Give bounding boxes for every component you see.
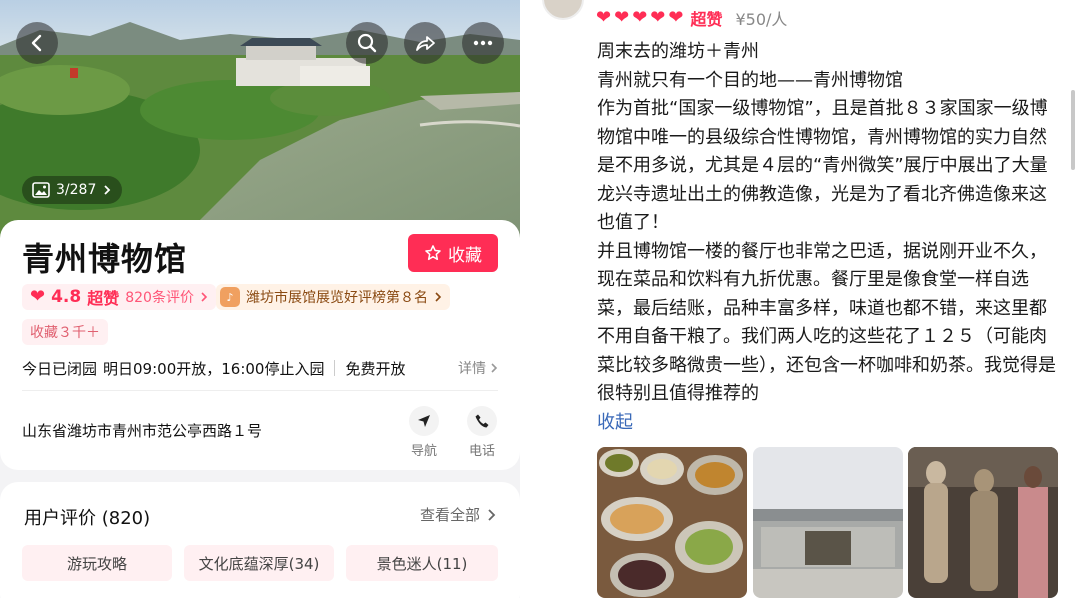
review-body: 周末去的潍坊＋青州 青州就只有一个目的地——青州博物馆 作为首批“国家一级博物馆…: [597, 38, 1057, 437]
navigate-label: 导航: [410, 444, 437, 459]
opening-hours: 明日09:00开放，16:00停止入园: [103, 359, 325, 378]
review-tag[interactable]: 景色迷人(11): [346, 545, 498, 581]
review-tag[interactable]: 游玩攻略: [22, 545, 172, 581]
chevron-right-icon: [491, 363, 498, 373]
view-all-reviews-link[interactable]: 查看全部: [420, 504, 496, 525]
heart-icon: ❤: [650, 7, 666, 28]
phone-icon: [467, 406, 497, 436]
navigate-button[interactable]: 导航: [404, 406, 444, 459]
food-photo: [597, 447, 747, 598]
scrollbar[interactable]: [1071, 90, 1075, 170]
review-photo-statues[interactable]: [908, 447, 1058, 598]
reviews-card: 用户评价 (820) 查看全部 游玩攻略 文化底蕴深厚(34) 景色迷人(11): [0, 482, 520, 598]
chevron-right-icon: [435, 292, 442, 302]
review-tag[interactable]: 文化底蕴深厚(34): [184, 545, 334, 581]
heart-icon: ❤: [30, 286, 46, 307]
poi-info-card: 青州博物馆 收藏 ❤ 4.8 超赞 820条评价 ♪ 潍坊市展馆展览好评榜第８名…: [0, 220, 520, 470]
ranking-badge[interactable]: ♪ 潍坊市展馆展览好评榜第８名: [216, 284, 450, 310]
review-photo-food[interactable]: [597, 447, 747, 598]
collect-count-badge: 收藏３千＋: [22, 319, 108, 345]
image-icon: [32, 182, 50, 198]
photo-count-text: 3/287: [56, 182, 97, 198]
search-button[interactable]: [346, 22, 388, 64]
divider: [22, 390, 498, 391]
share-icon: [416, 36, 435, 51]
ranking-text: 潍坊市展馆展览好评榜第８名: [246, 290, 428, 306]
review-rating: ❤ ❤ ❤ ❤ ❤ 超赞 ¥50/人: [596, 6, 787, 30]
page-title: 青州博物馆: [22, 240, 188, 278]
back-button[interactable]: [16, 22, 58, 64]
rating-level: 超赞: [87, 289, 120, 308]
photo-counter[interactable]: 3/287: [22, 176, 123, 204]
navigation-icon: [409, 406, 439, 436]
review-photo-building[interactable]: [753, 447, 903, 598]
ranking-icon: ♪: [220, 287, 240, 307]
phone-label: 电话: [468, 444, 495, 459]
search-icon: [357, 33, 377, 53]
heart-icon: ❤: [596, 7, 612, 28]
details-link[interactable]: 详情: [458, 358, 498, 378]
favorite-button[interactable]: 收藏: [408, 234, 498, 272]
open-status: 今日已闭园: [22, 359, 98, 378]
hero-photo[interactable]: 3/287: [0, 0, 520, 240]
phone-button[interactable]: 电话: [462, 406, 502, 459]
back-icon: [31, 34, 42, 52]
heart-icon: ❤: [632, 7, 648, 28]
favorite-label: 收藏: [448, 245, 482, 266]
review-detail-panel: ❤ ❤ ❤ ❤ ❤ 超赞 ¥50/人 周末去的潍坊＋青州 青州就只有一个目的地—…: [520, 0, 1080, 598]
more-button[interactable]: [462, 22, 504, 64]
chevron-right-icon: [488, 508, 496, 521]
collapse-link[interactable]: 收起: [597, 412, 633, 433]
rating-badge[interactable]: ❤ 4.8 超赞 820条评价: [22, 284, 216, 310]
heart-icon: ❤: [668, 7, 684, 28]
view-all-label: 查看全部: [419, 506, 480, 524]
divider: [334, 360, 336, 376]
review-count: 820条评价: [125, 290, 194, 306]
chevron-right-icon: [201, 292, 208, 302]
chevron-right-icon: [104, 185, 111, 195]
price-per-person: ¥50/人: [735, 10, 788, 29]
review-rating-level: 超赞: [690, 10, 723, 29]
review-content: 周末去的潍坊＋青州 青州就只有一个目的地——青州博物馆 作为首批“国家一级博物馆…: [597, 41, 1056, 404]
heart-icon: ❤: [614, 7, 630, 28]
avatar[interactable]: [542, 0, 584, 20]
more-icon: [473, 40, 493, 46]
museum-facade-photo: [753, 447, 903, 598]
star-outline-icon: [425, 245, 441, 261]
buddha-statues-photo: [908, 447, 1058, 598]
share-button[interactable]: [404, 22, 446, 64]
reviews-title: 用户评价 (820): [24, 508, 151, 529]
admission-fee: 免费开放: [345, 359, 406, 378]
address-text[interactable]: 山东省潍坊市青州市范公亭西路１号: [22, 420, 262, 441]
opening-hours-row[interactable]: 今日已闭园 明日09:00开放，16:00停止入园 免费开放 详情: [22, 356, 498, 380]
rating-score: 4.8: [51, 287, 82, 307]
details-label: 详情: [458, 361, 486, 377]
poi-detail-panel: 3/287 青州博物馆 收藏 ❤ 4.8 超赞 820条评价 ♪ 潍坊市展馆展览…: [0, 0, 520, 598]
